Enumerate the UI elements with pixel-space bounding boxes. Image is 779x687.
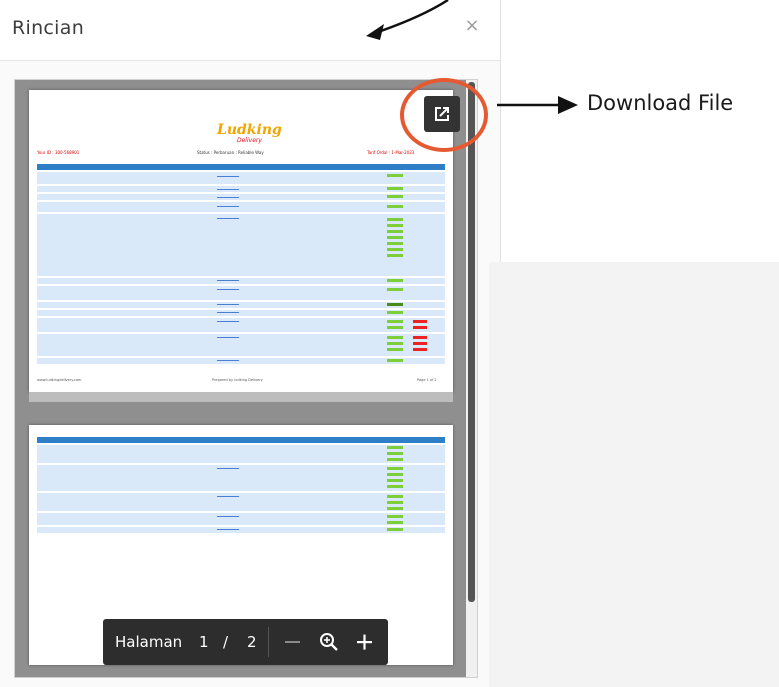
minus-icon bbox=[285, 641, 300, 643]
total-pages: 2 bbox=[247, 633, 257, 651]
pdf-toolbar: Halaman 1 / 2 bbox=[103, 619, 388, 665]
zoom-icon bbox=[320, 633, 338, 651]
current-page-input[interactable]: 1 bbox=[199, 633, 209, 651]
toolbar-divider bbox=[268, 627, 269, 657]
page-label: Halaman bbox=[115, 633, 183, 651]
download-file-label: Download File bbox=[587, 91, 734, 115]
plus-icon bbox=[357, 634, 372, 650]
page-separator: / bbox=[223, 633, 229, 651]
zoom-fit-button[interactable] bbox=[315, 627, 343, 657]
zoom-out-button[interactable] bbox=[279, 627, 307, 657]
zoom-in-button[interactable] bbox=[351, 627, 379, 657]
